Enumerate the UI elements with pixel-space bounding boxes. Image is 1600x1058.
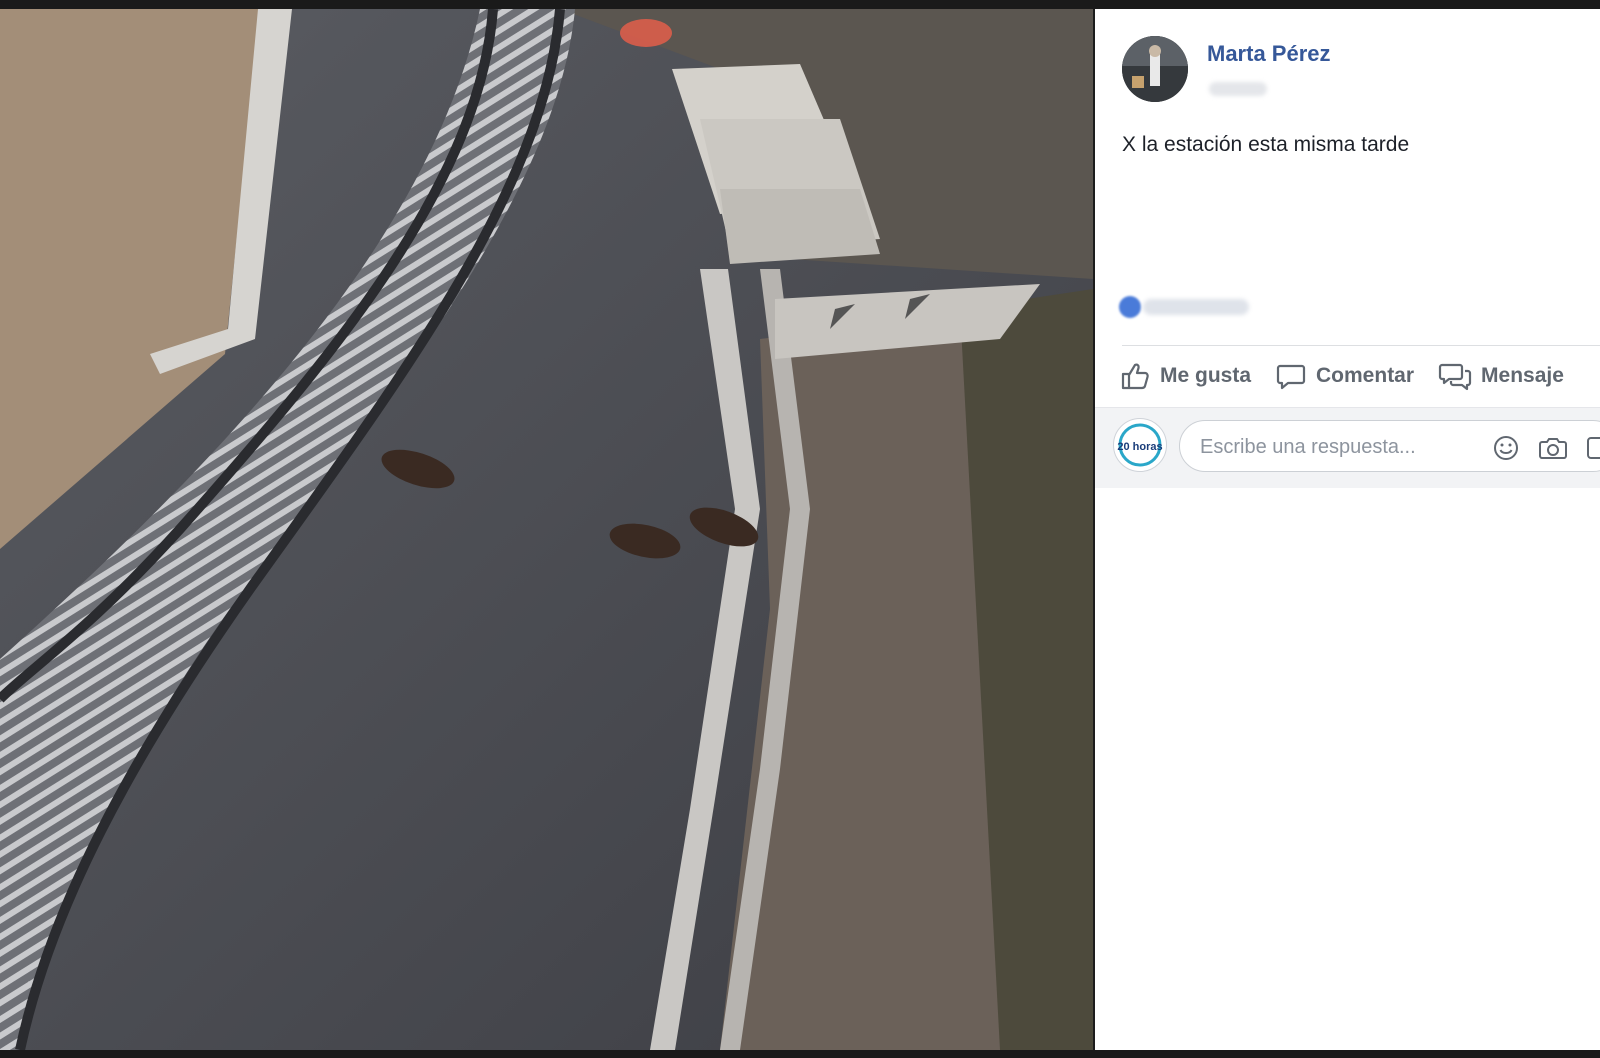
comment-icon xyxy=(1276,364,1306,390)
post-photo[interactable] xyxy=(0,9,1093,1050)
camera-icon[interactable] xyxy=(1538,434,1568,462)
bottom-frame-strip xyxy=(0,1050,1600,1058)
like-label: Me gusta xyxy=(1160,364,1252,387)
message-label: Mensaje xyxy=(1481,364,1564,387)
reactions-count-blurred xyxy=(1143,299,1249,315)
gif-icon[interactable] xyxy=(1586,434,1600,462)
commenter-avatar[interactable]: 20 horas xyxy=(1113,418,1167,472)
reply-input-wrapper xyxy=(1179,420,1600,472)
post-actions: Me gusta Comentar Mensaje xyxy=(1119,354,1588,398)
avatar-photo xyxy=(1122,36,1188,102)
message-button[interactable]: Mensaje xyxy=(1438,360,1564,392)
railway-boars-image xyxy=(0,9,1093,1050)
author-name-link[interactable]: Marta Pérez xyxy=(1207,41,1331,67)
avatar-logo-text: 20 horas xyxy=(1117,441,1162,453)
avatar[interactable] xyxy=(1122,36,1188,102)
emoji-icon[interactable] xyxy=(1492,434,1520,462)
reactions-summary-blurred[interactable] xyxy=(1119,296,1253,318)
comment-button[interactable]: Comentar xyxy=(1275,360,1414,392)
20-horas-logo: 20 horas xyxy=(1117,423,1163,467)
message-icon xyxy=(1438,363,1472,391)
like-button[interactable]: Me gusta xyxy=(1119,360,1251,392)
post-text: X la estación esta misma tarde xyxy=(1122,133,1410,156)
post-panel: Marta Pérez X la estación esta misma tar… xyxy=(1095,9,1600,1050)
top-frame-strip xyxy=(0,0,1600,9)
reaction-icon xyxy=(1119,296,1141,318)
comment-label: Comentar xyxy=(1316,364,1415,387)
divider xyxy=(1122,345,1600,346)
post-timestamp-blurred xyxy=(1209,82,1267,96)
like-icon xyxy=(1121,363,1149,390)
reply-input[interactable] xyxy=(1198,431,1482,463)
reply-bar: 20 horas xyxy=(1095,407,1600,488)
